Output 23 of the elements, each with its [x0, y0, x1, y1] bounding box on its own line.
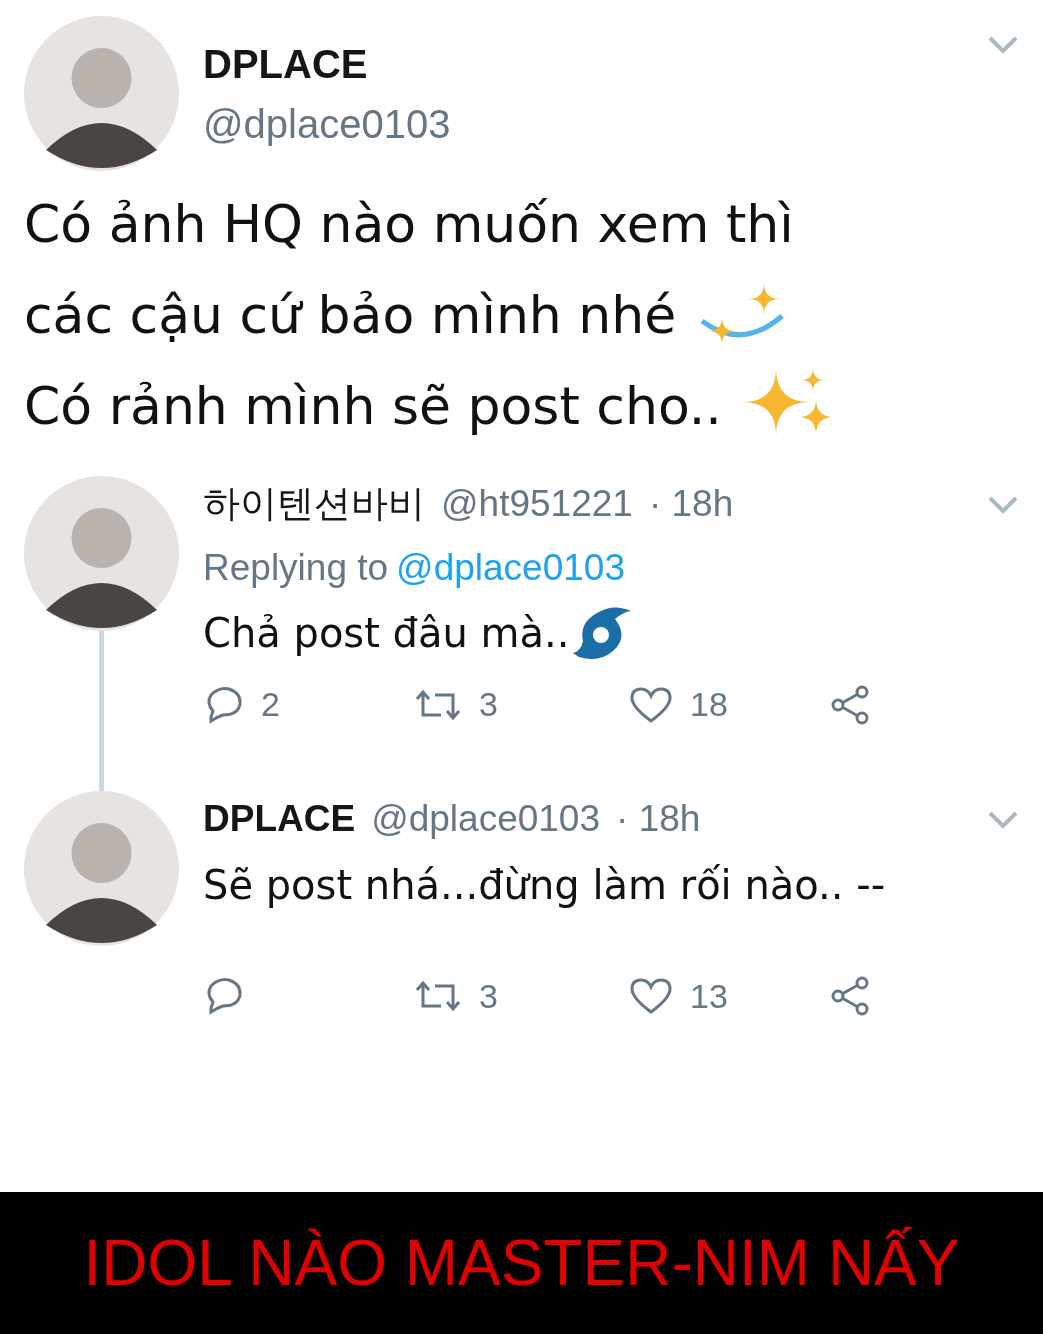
user-name: DPLACE: [203, 40, 369, 88]
tweet-time: · 18h: [648, 482, 734, 526]
action-count: 18: [690, 684, 728, 725]
action-count: 13: [690, 975, 728, 1017]
tweet-text-line: Có ảnh HQ nào muốn xem thì: [24, 193, 794, 256]
mention-link[interactable]: @dplace0103: [396, 539, 625, 595]
replying-label: Replying to: [203, 545, 389, 590]
tweet-time: · 18h: [616, 797, 701, 841]
user-handle: @dplace0103: [203, 100, 452, 148]
action-count: 3: [479, 684, 498, 725]
reply-text: Sẽ post nhá...đừng làm rối nào.. --: [203, 860, 886, 910]
retweet-icon[interactable]: [413, 978, 463, 1014]
tweet-text-line: các cậu cứ bảo mình nhé: [24, 284, 677, 347]
user-handle: @dplace0103: [371, 797, 601, 841]
action-count: 2: [261, 684, 280, 725]
action-count: 3: [479, 975, 498, 1017]
heart-icon[interactable]: [628, 976, 674, 1016]
tweet-text-line: Có rảnh mình sẽ post cho..: [24, 375, 722, 438]
user-name: 하이텐션바비: [203, 482, 425, 526]
user-handle: @ht951221: [441, 482, 633, 526]
caption-text: IDOL NÀO MASTER-NIM NẤY: [83, 1226, 960, 1301]
reply-text: Chả post đâu mà..: [203, 609, 570, 658]
user-name: DPLACE: [203, 797, 356, 841]
